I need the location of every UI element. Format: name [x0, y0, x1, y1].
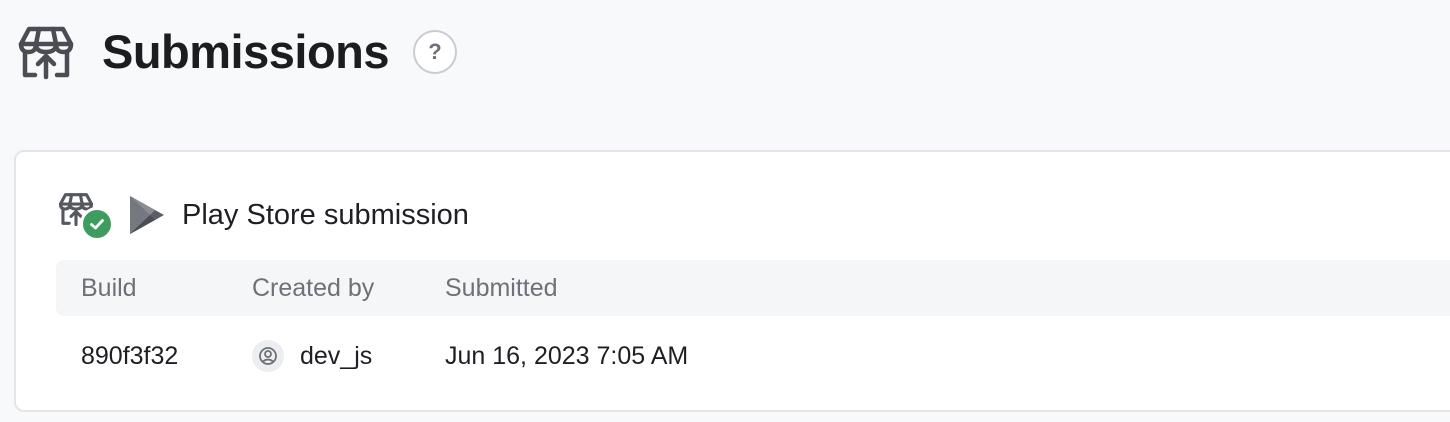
success-check-icon — [80, 207, 114, 241]
submission-status-icon — [58, 189, 116, 241]
column-header-submitted: Submitted — [445, 274, 558, 302]
play-store-icon — [128, 193, 168, 237]
submission-card: Play Store submission Build Created by S… — [14, 150, 1450, 412]
created-by-cell: dev_js — [252, 328, 372, 384]
submitted-date: Jun 16, 2023 7:05 AM — [445, 342, 689, 370]
submission-header: Play Store submission — [58, 189, 469, 241]
column-header-created-by: Created by — [252, 274, 375, 302]
page-title: Submissions — [102, 25, 390, 78]
build-id[interactable]: 890f3f32 — [81, 328, 178, 384]
store-upload-icon — [16, 22, 76, 82]
table-row[interactable]: 890f3f32 dev_js Jun 16, 2023 7:05 AM — [56, 328, 1450, 384]
page-header: Submissions ? — [16, 22, 458, 82]
submission-title[interactable]: Play Store submission — [182, 195, 469, 235]
user-icon — [259, 347, 277, 365]
creator-name: dev_js — [300, 341, 373, 370]
avatar — [252, 340, 284, 372]
table-header: Build Created by Submitted — [56, 260, 1450, 316]
help-button[interactable]: ? — [413, 30, 458, 74]
column-header-build: Build — [81, 274, 137, 302]
